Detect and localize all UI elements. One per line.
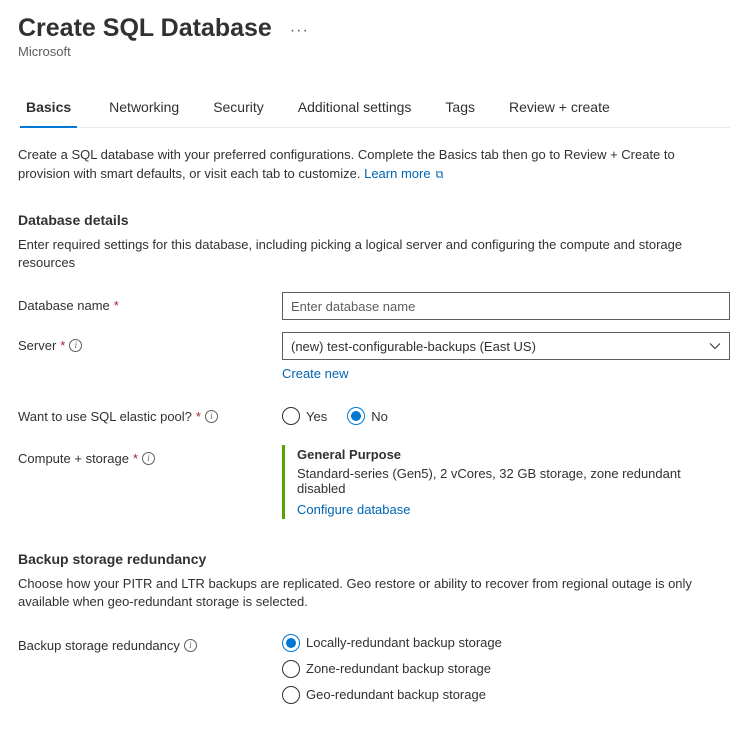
tabs: Basics Networking Security Additional se… (18, 87, 730, 128)
backup-option-local[interactable]: Locally-redundant backup storage (282, 634, 730, 652)
page-subtitle: Microsoft (18, 44, 730, 59)
more-icon[interactable]: ··· (290, 22, 309, 40)
create-new-server-link[interactable]: Create new (282, 366, 348, 381)
radio-icon (282, 660, 300, 678)
radio-icon (347, 407, 365, 425)
server-select[interactable]: (new) test-configurable-backups (East US… (282, 332, 730, 360)
elastic-pool-no[interactable]: No (347, 407, 388, 425)
learn-more-link[interactable]: Learn more ⧉ (364, 166, 443, 181)
server-label: Server * i (18, 332, 282, 353)
tab-review-create[interactable]: Review + create (495, 87, 624, 127)
database-name-label: Database name * (18, 292, 282, 313)
page-title: Create SQL Database (18, 14, 272, 43)
external-link-icon: ⧉ (433, 169, 444, 181)
compute-tier-desc: Standard-series (Gen5), 2 vCores, 32 GB … (297, 466, 730, 496)
tab-security[interactable]: Security (199, 87, 278, 127)
tab-tags[interactable]: Tags (431, 87, 489, 127)
elastic-pool-yes[interactable]: Yes (282, 407, 327, 425)
backup-redundancy-desc: Choose how your PITR and LTR backups are… (18, 575, 730, 611)
info-icon[interactable]: i (69, 339, 82, 352)
compute-summary: General Purpose Standard-series (Gen5), … (282, 445, 730, 519)
radio-icon (282, 407, 300, 425)
backup-redundancy-heading: Backup storage redundancy (18, 551, 730, 567)
database-name-input[interactable] (282, 292, 730, 320)
info-icon[interactable]: i (142, 452, 155, 465)
database-details-desc: Enter required settings for this databas… (18, 236, 730, 272)
info-icon[interactable]: i (184, 639, 197, 652)
compute-tier-title: General Purpose (297, 447, 730, 462)
database-details-heading: Database details (18, 212, 730, 228)
configure-database-link[interactable]: Configure database (297, 502, 410, 517)
compute-storage-label: Compute + storage * i (18, 445, 282, 466)
elastic-pool-label: Want to use SQL elastic pool? * i (18, 403, 282, 424)
chevron-down-icon (709, 340, 721, 352)
backup-redundancy-label: Backup storage redundancy i (18, 632, 282, 653)
tab-networking[interactable]: Networking (95, 87, 193, 127)
backup-option-zone[interactable]: Zone-redundant backup storage (282, 660, 730, 678)
radio-icon (282, 634, 300, 652)
tab-basics[interactable]: Basics (20, 87, 77, 127)
tab-additional-settings[interactable]: Additional settings (284, 87, 426, 127)
intro-text: Create a SQL database with your preferre… (18, 146, 730, 184)
info-icon[interactable]: i (205, 410, 218, 423)
